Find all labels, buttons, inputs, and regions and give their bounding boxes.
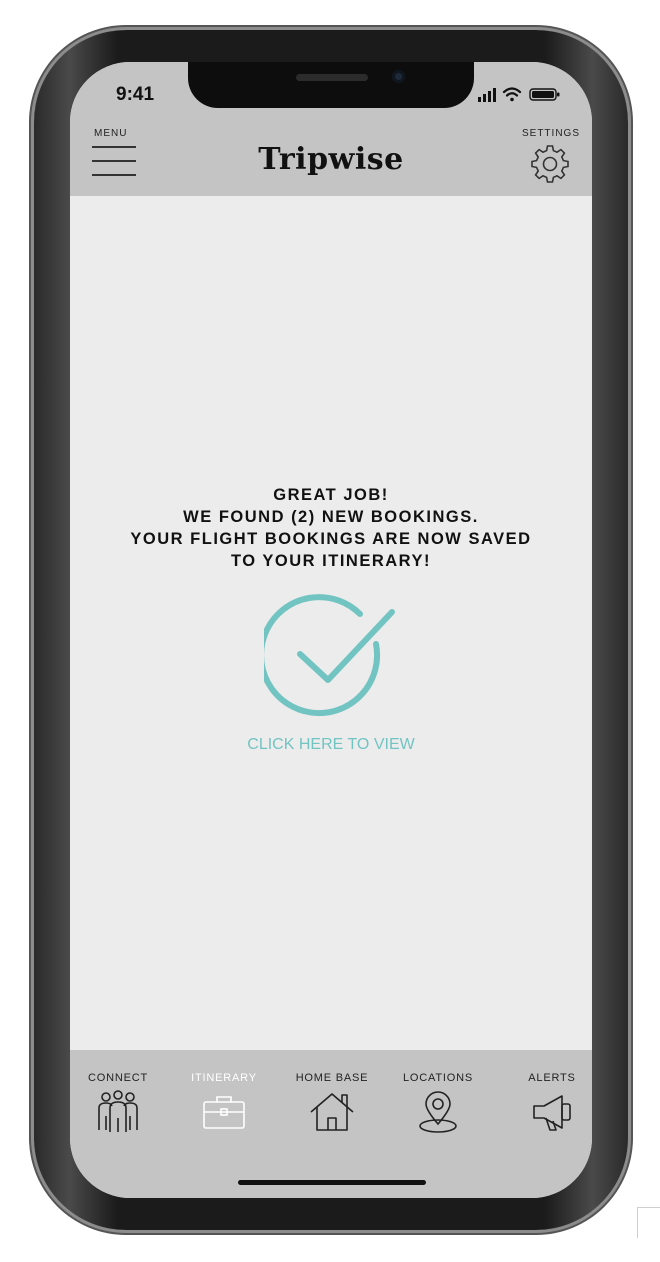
tab-home-base[interactable]: HOME BASE <box>282 1072 382 1134</box>
tab-label: CONNECT <box>88 1072 148 1084</box>
tab-label: HOME BASE <box>295 1072 369 1084</box>
signal-icon <box>478 88 496 102</box>
speaker-grille <box>296 74 368 81</box>
tab-label: ALERTS <box>528 1072 576 1084</box>
wifi-icon <box>502 87 522 102</box>
tab-label: ITINERARY <box>191 1072 257 1084</box>
megaphone-icon <box>533 1095 571 1131</box>
battery-icon <box>529 88 560 101</box>
tab-label: LOCATIONS <box>403 1072 473 1084</box>
gear-icon[interactable] <box>530 144 570 184</box>
app-logo: Tripwise <box>258 142 404 177</box>
success-message: GREAT JOB! WE FOUND (2) NEW BOOKINGS. YO… <box>70 484 592 572</box>
settings-label: SETTINGS <box>521 128 580 139</box>
view-itinerary-link[interactable]: CLICK HERE TO VIEW <box>70 736 592 754</box>
bottom-tab-bar: CONNECT ITINERARY HOME BASE LOCATIONS AL… <box>70 1050 592 1198</box>
app-header: MENU Tripwise SETTINGS <box>70 124 592 196</box>
status-time: 9:41 <box>116 84 155 105</box>
corner-marker <box>637 1207 660 1238</box>
message-line: TO YOUR ITINERARY! <box>231 552 431 570</box>
tab-locations[interactable]: LOCATIONS <box>388 1072 488 1134</box>
home-indicator <box>238 1180 426 1185</box>
message-line: YOUR FLIGHT BOOKINGS ARE NOW SAVED <box>130 530 532 548</box>
menu-label: MENU <box>94 128 128 139</box>
success-check-icon <box>264 594 395 717</box>
message-line: WE FOUND (2) NEW BOOKINGS. <box>183 508 479 526</box>
people-icon <box>98 1090 138 1132</box>
notch <box>188 62 474 108</box>
phone-screen: 9:41 MENU Tripwise SETTINGS GREAT JOB! W… <box>70 62 592 1198</box>
house-icon <box>310 1093 354 1131</box>
map-pin-icon <box>419 1091 457 1133</box>
message-line: GREAT JOB! <box>273 486 389 504</box>
tab-itinerary[interactable]: ITINERARY <box>174 1072 274 1134</box>
tab-alerts[interactable]: ALERTS <box>502 1072 592 1134</box>
tab-connect[interactable]: CONNECT <box>70 1072 168 1134</box>
status-bar: 9:41 <box>70 62 592 124</box>
front-camera <box>392 70 405 83</box>
status-icons <box>478 87 560 102</box>
briefcase-icon <box>203 1096 245 1129</box>
stage: 9:41 MENU Tripwise SETTINGS GREAT JOB! W… <box>0 0 660 1262</box>
main-content: GREAT JOB! WE FOUND (2) NEW BOOKINGS. YO… <box>70 196 592 1050</box>
